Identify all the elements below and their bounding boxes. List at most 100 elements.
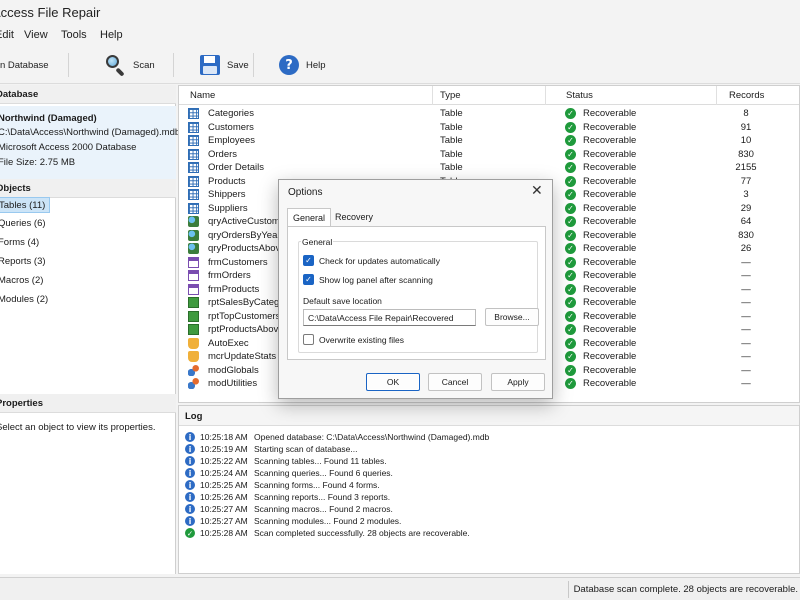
row-type: Table (440, 162, 463, 173)
log-entry: i 10:25:18 AM Opened database: C:\Data\Acc… (179, 432, 799, 444)
menu-view[interactable]: View (24, 29, 48, 41)
scan-button[interactable]: Scan (104, 52, 155, 78)
check-updates-checkbox[interactable]: ✓ Check for updates automatically (303, 255, 440, 266)
show-log-checkbox[interactable]: ✓ Show log panel after scanning (303, 274, 433, 285)
browse-button[interactable]: Browse... (485, 308, 539, 326)
toolbar-separator (68, 53, 69, 77)
report-icon (188, 310, 199, 322)
tree-item-queries[interactable]: Queries (6) (0, 216, 46, 232)
table-icon (188, 202, 199, 214)
open-database-button[interactable]: Open Database (0, 52, 49, 78)
table-row[interactable]: Order Details Table ✓ Recoverable 2155 (179, 161, 799, 175)
row-records: — (741, 351, 751, 362)
apply-button[interactable]: Apply (491, 373, 545, 391)
tree-item-macros[interactable]: Macros (2) (0, 273, 43, 289)
column-header-status[interactable]: Status (566, 90, 593, 101)
row-name: modUtilities (208, 378, 258, 389)
toolbar-separator (173, 53, 174, 77)
row-records: 64 (740, 216, 752, 227)
show-log-label: Show log panel after scanning (319, 274, 433, 285)
menu-tools[interactable]: Tools (61, 29, 87, 41)
tree-item-modules[interactable]: Modules (2) (0, 292, 48, 308)
check-circle-icon: ✓ (565, 135, 576, 146)
save-button[interactable]: Save (200, 52, 249, 78)
log-message: Scanning queries... Found 6 queries. (254, 468, 393, 478)
column-header-records[interactable]: Records (729, 90, 764, 101)
log-entry: i 10:25:27 AM Scanning modules... Found 2 … (179, 516, 799, 528)
menu-edit[interactable]: Edit (0, 29, 14, 41)
row-name: modGlobals (208, 364, 259, 376)
tab-general[interactable]: General (287, 208, 332, 227)
check-circle-icon: ✓ (565, 283, 576, 295)
column-header-type[interactable]: Type (440, 90, 461, 101)
row-name: qryOrdersByYear (208, 229, 281, 241)
check-circle-icon: ✓ (565, 364, 576, 376)
close-icon[interactable]: ✕ (531, 183, 543, 199)
report-icon (188, 324, 199, 335)
tab-recovery[interactable]: Recovery (330, 208, 378, 226)
tree-item-tables[interactable]: Tables (11) (0, 197, 51, 213)
form-icon (188, 256, 199, 268)
row-records: 77 (740, 175, 752, 187)
magnifier-icon (104, 54, 126, 77)
log-header: Log (179, 406, 799, 426)
overwrite-checkbox[interactable]: Overwrite existing files (303, 334, 404, 345)
log-entry: i 10:25:25 AM Scanning forms... Found 4 fo… (179, 480, 799, 492)
row-name: Employees (208, 135, 255, 146)
table-row[interactable]: Employees Table ✓ Recoverable 10 (179, 134, 799, 148)
log-time: 10:25:18 AM (200, 432, 248, 442)
check-circle-icon: ✓ (185, 528, 195, 538)
column-header-name[interactable]: Name (190, 90, 215, 101)
row-records: — (741, 256, 751, 268)
row-name: Categories (208, 108, 254, 119)
check-circle-icon: ✓ (565, 337, 576, 349)
row-status: Recoverable (583, 297, 637, 308)
row-records: — (741, 337, 751, 349)
tree-item-forms[interactable]: Forms (4) (0, 235, 39, 251)
table-row[interactable]: Customers Table ✓ Recoverable 91 (179, 121, 799, 135)
row-name: frmCustomers (208, 256, 268, 268)
log-panel: Log i 10:25:18 AM Opened database: C:\Data… (178, 405, 800, 574)
save-location-input[interactable] (303, 309, 476, 326)
row-status: Recoverable (583, 270, 637, 281)
row-status: Recoverable (583, 324, 637, 335)
form-icon (188, 270, 199, 281)
row-name: Shippers (208, 189, 246, 200)
row-records: 830 (738, 148, 754, 160)
row-status: Recoverable (583, 175, 637, 187)
menu-bar: Edit View Tools Help (0, 26, 800, 46)
row-name: AutoExec (208, 337, 249, 349)
check-circle-icon: ✓ (565, 202, 576, 214)
check-circle-icon: ✓ (565, 256, 576, 268)
log-time: 10:25:24 AM (200, 468, 248, 478)
log-message: Opened database: C:\Data\Access\Northwin… (254, 432, 490, 442)
row-records: 91 (740, 121, 752, 133)
row-name: Products (208, 175, 246, 187)
scan-label: Scan (133, 59, 155, 71)
table-icon (188, 108, 199, 119)
help-button[interactable]: ? Help (279, 52, 326, 78)
check-circle-icon: ✓ (565, 270, 576, 281)
form-icon (188, 283, 199, 295)
row-status: Recoverable (583, 121, 637, 133)
query-icon (188, 243, 199, 254)
row-status: Recoverable (583, 378, 637, 389)
table-icon (188, 162, 199, 173)
info-icon: i (185, 444, 195, 454)
menu-help[interactable]: Help (100, 29, 123, 41)
ok-button[interactable]: OK (366, 373, 420, 391)
table-row[interactable]: Orders Table ✓ Recoverable 830 (179, 148, 799, 162)
table-row[interactable]: Categories Table ✓ Recoverable 8 (179, 107, 799, 121)
window-title: Access File Repair (0, 5, 101, 20)
row-status: Recoverable (583, 256, 637, 268)
database-section-header: Database (0, 85, 176, 104)
log-time: 10:25:27 AM (200, 504, 248, 514)
cancel-button[interactable]: Cancel (428, 373, 482, 391)
log-message: Scanning reports... Found 3 reports. (254, 492, 391, 502)
check-circle-icon: ✓ (565, 378, 576, 389)
row-type: Table (440, 108, 463, 119)
tree-item-reports[interactable]: Reports (3) (0, 254, 46, 270)
info-icon: i (185, 492, 195, 502)
row-type: Table (440, 148, 463, 160)
row-records: — (741, 310, 751, 322)
